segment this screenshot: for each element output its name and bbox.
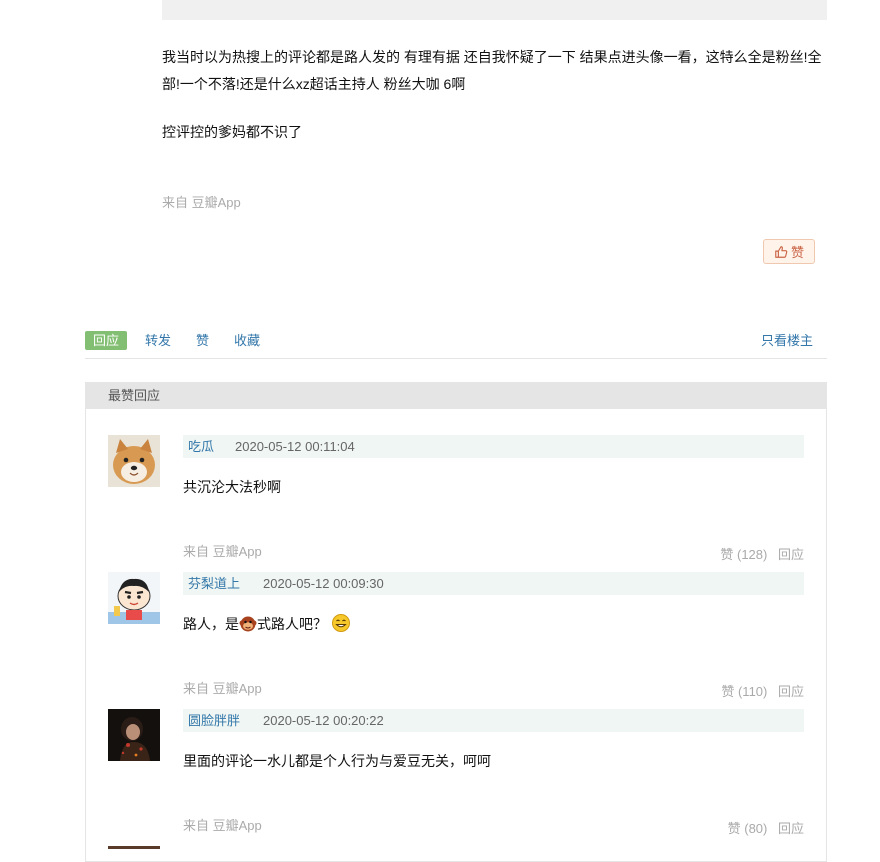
comment-like-count[interactable]: 赞 (80)	[728, 821, 768, 836]
comment-like-count[interactable]: 赞 (128)	[720, 547, 767, 562]
comment-actions: 赞 (128) 回应	[713, 544, 804, 563]
post-paragraph-1: 我当时以为热搜上的评论都是路人发的 有理有据 还自我怀疑了一下 结果点进头像一看…	[162, 49, 822, 92]
comment-username[interactable]: 吃瓜	[188, 435, 214, 458]
comment-item: 吃瓜 2020-05-12 00:11:04 共沉沦大法秒啊 来自 豆瓣App …	[108, 435, 806, 572]
post-paragraph-2: 控评控的爹妈都不识了	[162, 124, 302, 140]
comment-meta: 芬梨道上 2020-05-12 00:09:30	[183, 572, 804, 595]
like-button[interactable]: 赞	[763, 239, 815, 264]
comment-meta: 吃瓜 2020-05-12 00:11:04	[183, 435, 804, 458]
quoted-content-box	[162, 0, 827, 20]
comment-text-part: 路人，是	[183, 616, 239, 632]
comment-like-count[interactable]: 赞 (110)	[721, 684, 767, 699]
comment-source: 来自 豆瓣App	[183, 544, 262, 559]
comment-username[interactable]: 圆脸胖胖	[188, 709, 240, 732]
post-action-bar: 回应 转发 赞 收藏 只看楼主	[85, 329, 827, 359]
reply-button[interactable]: 回应	[85, 331, 128, 350]
comment-text: 共沉沦大法秒啊	[183, 479, 281, 495]
like-link[interactable]: 赞	[196, 331, 209, 350]
comment-text: 里面的评论一水儿都是个人行为与爱豆无关，呵呵	[183, 753, 491, 769]
collect-button[interactable]: 收藏	[234, 331, 260, 350]
like-button-label: 赞	[790, 245, 804, 260]
comment-text-part: 式路人吧？	[257, 616, 327, 632]
comment-username[interactable]: 芬梨道上	[188, 572, 240, 595]
post-body: 我当时以为热搜上的评论都是路人发的 有理有据 还自我怀疑了一下 结果点进头像一看…	[162, 44, 832, 146]
comment-reply-link[interactable]: 回应	[778, 547, 804, 562]
forward-button[interactable]: 转发	[145, 331, 171, 350]
best-replies-title: 最赞回应	[86, 383, 826, 409]
comment-actions: 赞 (110) 回应	[714, 681, 804, 700]
comment-reply-link[interactable]: 回应	[778, 821, 804, 836]
comment-time: 2020-05-12 00:09:30	[263, 576, 384, 591]
cartoon-boy-avatar[interactable]	[108, 572, 160, 624]
comment-text: 路人，是 式路人吧？	[183, 612, 351, 640]
next-avatar-edge	[108, 846, 160, 849]
comment-time: 2020-05-12 00:20:22	[263, 713, 384, 728]
smile-emoji-icon	[331, 613, 351, 640]
thumbs-up-icon	[774, 245, 788, 259]
comment-item: 圆脸胖胖 2020-05-12 00:20:22 里面的评论一水儿都是个人行为与…	[108, 709, 806, 846]
post-source: 来自 豆瓣App	[162, 195, 241, 210]
comment-meta: 圆脸胖胖 2020-05-12 00:20:22	[183, 709, 804, 732]
comment-reply-link[interactable]: 回应	[778, 684, 804, 699]
comment-item: 芬梨道上 2020-05-12 00:09:30 路人，是 式路人吧？ 来自 豆瓣…	[108, 572, 806, 709]
best-replies-section: 最赞回应 吃瓜 2020-05-12 00:11:04 共沉沦大法秒啊 来自 豆…	[85, 382, 827, 862]
shiba-dog-avatar[interactable]	[108, 435, 160, 487]
comment-source: 来自 豆瓣App	[183, 681, 262, 696]
comment-source: 来自 豆瓣App	[183, 818, 262, 833]
comment-actions: 赞 (80) 回应	[721, 818, 804, 837]
dark-portrait-avatar[interactable]	[108, 709, 160, 761]
monkey-face-emoji-icon	[239, 615, 257, 640]
comment-time: 2020-05-12 00:11:04	[235, 439, 355, 454]
only-op-link[interactable]: 只看楼主	[761, 331, 813, 350]
